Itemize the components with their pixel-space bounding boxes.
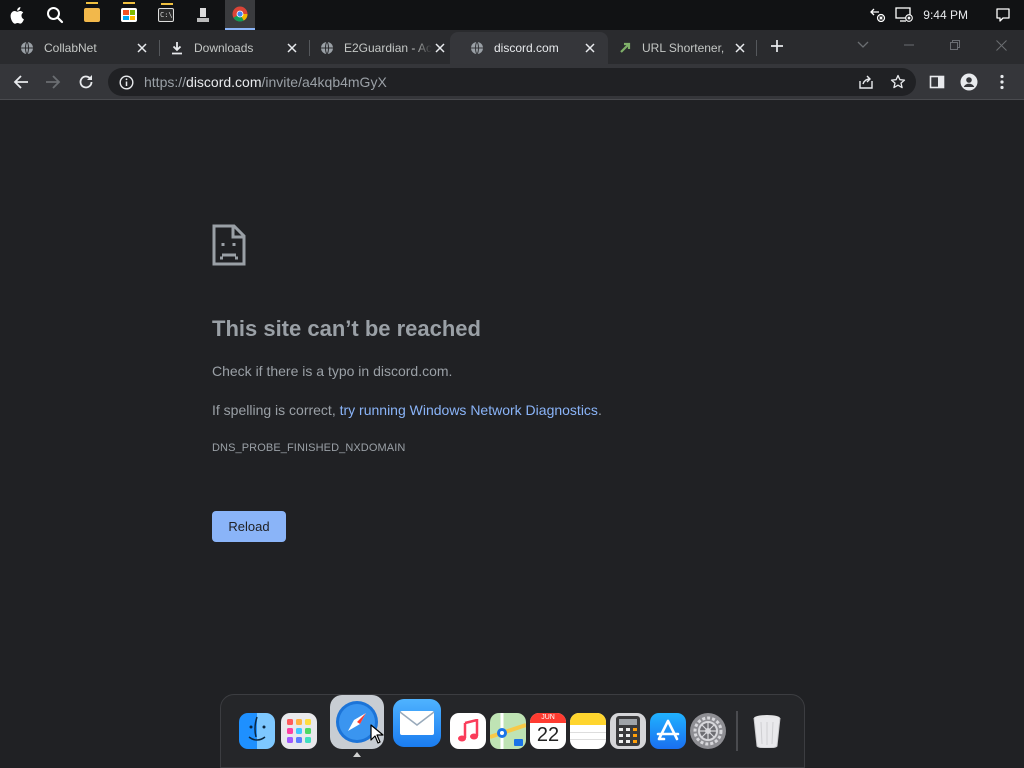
mail-icon[interactable]	[393, 699, 441, 747]
finder-icon[interactable]	[239, 713, 275, 749]
restore-icon	[950, 40, 960, 50]
tab-collabnet[interactable]: CollabNet	[0, 32, 160, 64]
side-panel-button[interactable]	[925, 70, 949, 94]
chevron-down-icon	[857, 41, 869, 48]
address-bar[interactable]: https://discord.com/invite/a4kqb4mGyX	[108, 68, 916, 96]
forward-arrow-icon	[46, 75, 61, 89]
close-icon	[995, 39, 1007, 51]
terminal-icon[interactable]: C:\	[151, 0, 181, 30]
dock-separator	[736, 711, 738, 751]
file-explorer-icon[interactable]	[77, 0, 107, 30]
apple-menu-icon[interactable]	[3, 0, 33, 30]
calculator-icon[interactable]	[610, 713, 646, 749]
search-icon[interactable]	[40, 0, 70, 30]
tab-title: E2Guardian - Ac	[344, 41, 432, 55]
url-path: /invite/a4kqb4mGyX	[261, 74, 387, 90]
maps-icon[interactable]	[490, 713, 526, 749]
network-diagnostics-link[interactable]: try running Windows Network Diagnostics	[340, 402, 598, 418]
globe-icon	[470, 41, 484, 55]
minimize-icon	[904, 44, 914, 46]
close-icon[interactable]	[284, 40, 300, 56]
mouse-pointer-icon	[370, 724, 384, 749]
bookmark-button[interactable]	[886, 70, 910, 94]
sad-page-icon	[212, 224, 246, 271]
tab-url-shortener[interactable]: URL Shortener,	[598, 32, 758, 64]
share-icon	[859, 75, 873, 89]
system-tray: 9:44 PM	[865, 0, 1024, 30]
tab-title: Downloads	[194, 41, 254, 55]
back-arrow-icon	[13, 75, 28, 89]
network-disconnected-icon[interactable]	[865, 0, 891, 30]
close-icon[interactable]	[134, 40, 150, 56]
calendar-day: 22	[536, 724, 560, 746]
share-button[interactable]	[854, 70, 878, 94]
running-indicator	[353, 752, 361, 757]
profile-button[interactable]	[957, 70, 981, 94]
chrome-icon[interactable]	[225, 0, 255, 30]
tab-e2guardian[interactable]: E2Guardian - Ac	[300, 32, 458, 64]
tab-title: CollabNet	[44, 41, 97, 55]
star-icon	[890, 74, 906, 89]
globe-icon	[20, 41, 34, 55]
system-preferences-icon[interactable]	[690, 713, 726, 749]
os-top-bar: C:\ 9:44 PM	[0, 0, 1024, 30]
tab-title: discord.com	[494, 41, 559, 55]
network-device-icon[interactable]	[188, 0, 218, 30]
notes-icon[interactable]	[570, 713, 606, 749]
browser-toolbar: https://discord.com/invite/a4kqb4mGyX	[0, 64, 1024, 100]
display-icon[interactable]	[891, 0, 917, 30]
plus-icon	[771, 40, 783, 52]
tab-title: URL Shortener,	[642, 41, 725, 55]
refresh-icon	[79, 75, 93, 89]
spelling-prefix: If spelling is correct,	[212, 402, 340, 418]
url-text: https://discord.com/invite/a4kqb4mGyX	[144, 74, 387, 90]
calendar-month: JUN	[530, 713, 566, 723]
more-vertical-icon	[1000, 74, 1004, 90]
menu-button[interactable]	[990, 70, 1014, 94]
side-panel-icon	[929, 75, 945, 89]
profile-icon	[960, 73, 978, 91]
app-store-icon[interactable]	[650, 713, 686, 749]
url-host: discord.com	[186, 74, 262, 90]
launchpad-icon[interactable]	[281, 713, 317, 749]
link-shortener-icon	[618, 41, 632, 55]
download-icon	[170, 41, 184, 55]
notifications-icon[interactable]	[990, 0, 1016, 30]
error-code: DNS_PROBE_FINISHED_NXDOMAIN	[212, 442, 406, 454]
tab-downloads[interactable]: Downloads	[150, 32, 310, 64]
globe-icon	[320, 41, 334, 55]
tab-search-button[interactable]	[840, 30, 886, 60]
url-scheme: https://	[144, 74, 187, 90]
minimize-button[interactable]	[886, 30, 932, 60]
forward-button[interactable]	[40, 69, 66, 95]
reload-toolbar-button[interactable]	[73, 69, 99, 95]
back-button[interactable]	[8, 69, 34, 95]
tab-separator	[756, 40, 757, 56]
error-title: This site can’t be reached	[212, 316, 481, 341]
error-check-text: Check if there is a typo in discord.com.	[212, 363, 453, 379]
info-icon[interactable]	[108, 74, 144, 90]
error-spelling-text: If spelling is correct, try running Wind…	[212, 402, 602, 418]
clock[interactable]: 9:44 PM	[923, 8, 968, 22]
trash-icon[interactable]	[749, 713, 785, 749]
spelling-suffix: .	[597, 402, 602, 418]
music-icon[interactable]	[450, 713, 486, 749]
close-icon[interactable]	[582, 40, 598, 56]
reload-button[interactable]: Reload	[212, 511, 286, 542]
restore-button[interactable]	[932, 30, 978, 60]
calendar-icon[interactable]: JUN 22	[530, 713, 566, 749]
microsoft-store-icon[interactable]	[114, 0, 144, 30]
close-icon[interactable]	[432, 40, 448, 56]
tab-discord[interactable]: discord.com	[450, 32, 608, 64]
dock: JUN 22	[220, 694, 805, 768]
close-icon[interactable]	[732, 40, 748, 56]
new-tab-button[interactable]	[767, 36, 787, 56]
close-window-button[interactable]	[978, 30, 1024, 60]
